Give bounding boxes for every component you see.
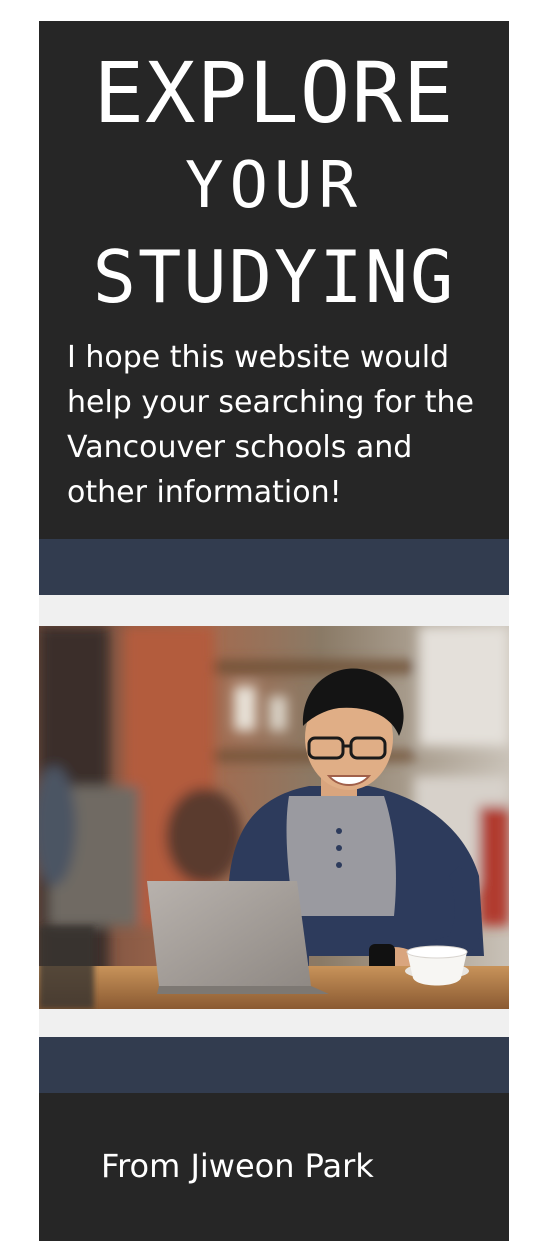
divider-band-bottom [39,1037,509,1093]
title-line-studying: STUDYING [92,235,456,319]
title-line-your: YOUR [184,149,364,223]
student-laptop-photo [39,626,509,1009]
title-line-explore: EXPLORE [93,44,455,142]
footer-panel: From Jiweon Park [39,1093,509,1241]
studying-banner: EXPLORE YOUR STUDYING I hope this websit… [39,21,509,1241]
intro-text: I hope this website would help your sear… [67,340,474,510]
divider-band-top [39,539,509,595]
signature-text: From Jiweon Park [101,1147,374,1185]
hero-panel: EXPLORE YOUR STUDYING I hope this websit… [39,21,509,539]
